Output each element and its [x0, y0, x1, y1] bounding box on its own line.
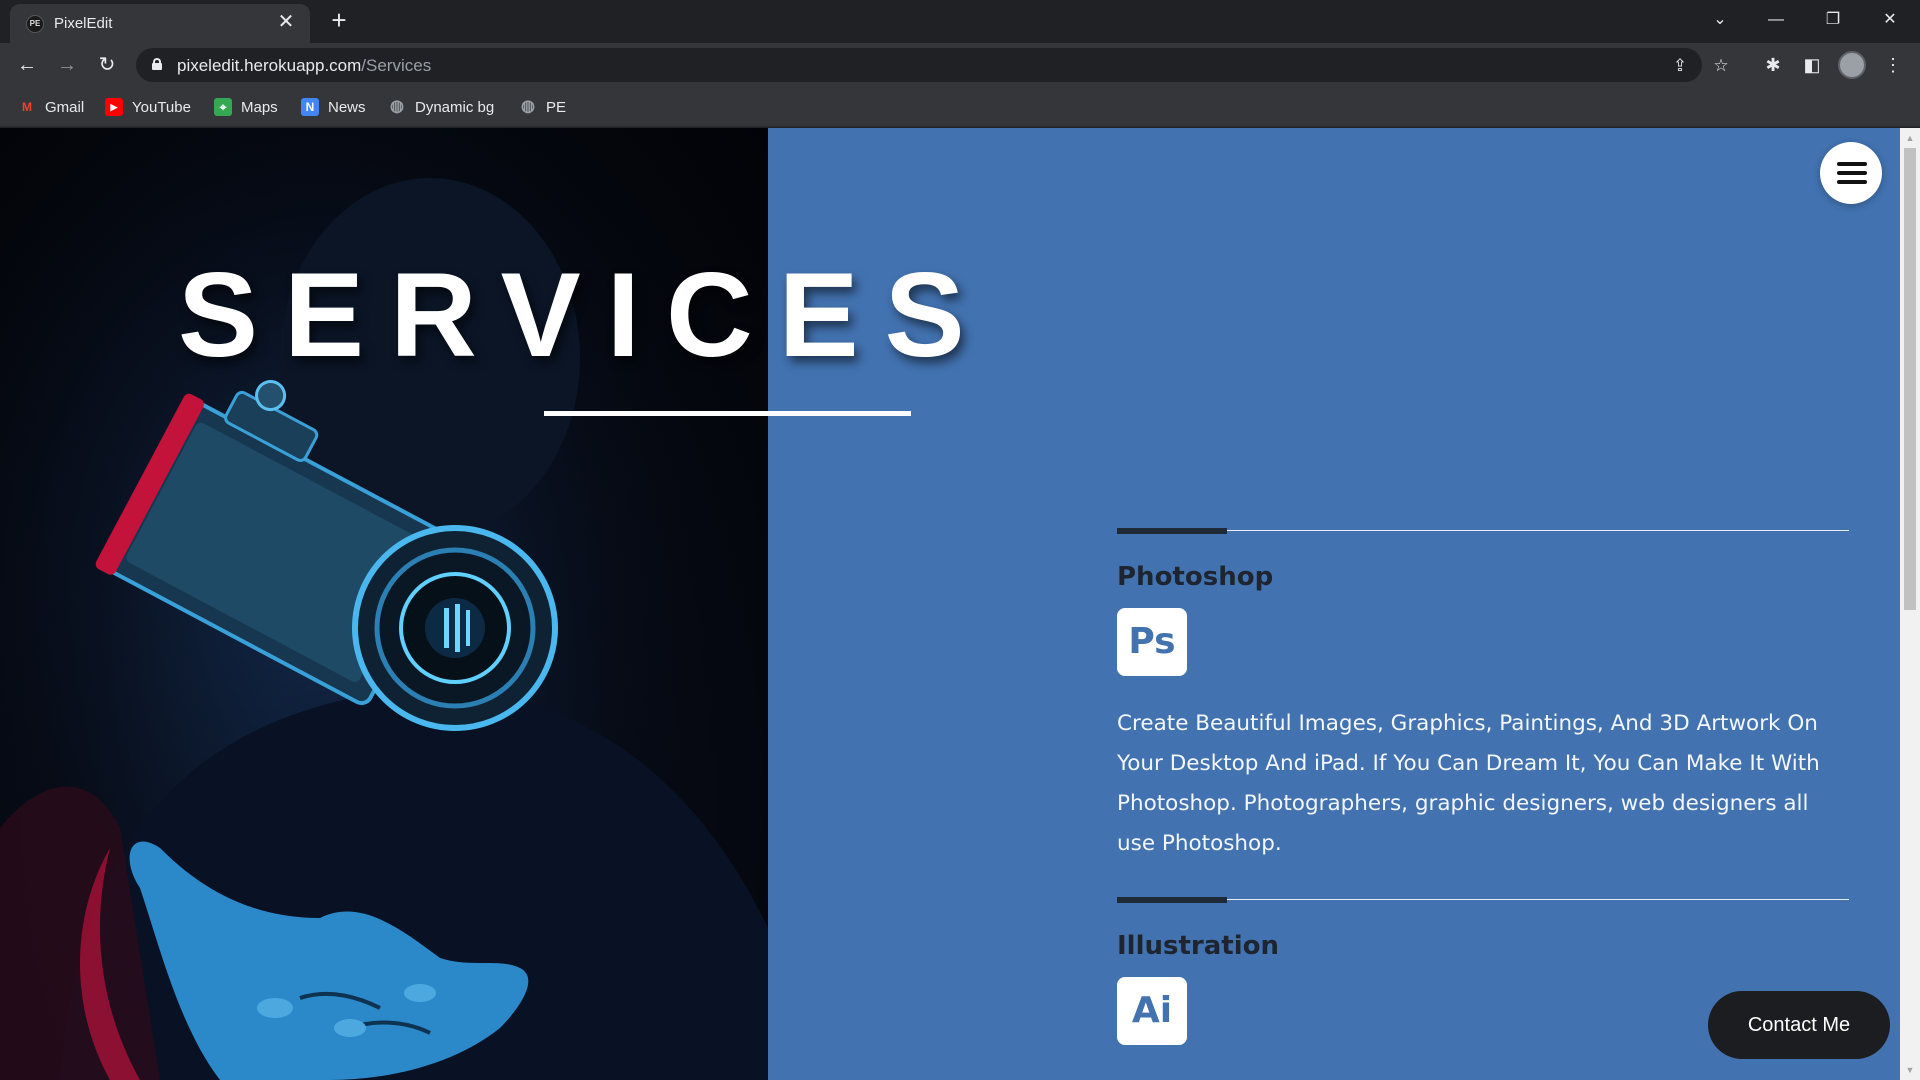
- illustrator-logo-icon: Ai: [1117, 977, 1187, 1045]
- service-description: Create Beautiful Images, Graphics, Paint…: [1117, 711, 1820, 856]
- scrollbar-thumb[interactable]: [1904, 148, 1916, 610]
- tab-search-icon[interactable]: ⌄: [1700, 6, 1740, 34]
- extensions-icon[interactable]: ✱: [1760, 52, 1786, 78]
- bookmark-label: Gmail: [45, 98, 85, 116]
- youtube-icon: ▶: [105, 98, 123, 116]
- url-host: pixeledit.herokuapp.com: [177, 56, 362, 75]
- hamburger-line-icon: [1837, 162, 1867, 166]
- tab-strip: PE PixelEdit ✕ + ⌄ — ❐ ✕: [0, 0, 1920, 43]
- bookmark-gmail[interactable]: M Gmail: [18, 97, 84, 117]
- hamburger-menu-button[interactable]: [1820, 142, 1882, 204]
- url-text[interactable]: pixeledit.herokuapp.com/Services: [177, 56, 431, 76]
- title-underline: [544, 411, 911, 416]
- bookmark-star-icon[interactable]: ☆: [1710, 55, 1732, 77]
- bookmark-label: YouTube: [132, 98, 191, 116]
- hamburger-line-icon: [1837, 180, 1867, 184]
- close-window-button[interactable]: ✕: [1870, 6, 1910, 34]
- news-icon: N: [301, 98, 319, 116]
- maps-icon: ⌖: [214, 98, 232, 116]
- bookmark-label: Maps: [241, 98, 278, 116]
- tab-title: PixelEdit: [54, 15, 113, 32]
- new-tab-button[interactable]: +: [325, 6, 353, 34]
- bookmarks-bar: M Gmail ▶ YouTube ⌖ Maps N News ◍ Dynami…: [0, 87, 1920, 127]
- browser-toolbar: ← → ↻ pixeledit.herokuapp.com/Services ⇪…: [0, 43, 1920, 87]
- forward-button[interactable]: →: [53, 51, 81, 79]
- side-panel-icon[interactable]: ◧: [1799, 52, 1825, 78]
- contact-me-button[interactable]: Contact Me: [1708, 991, 1890, 1059]
- lock-icon[interactable]: [152, 58, 162, 70]
- browser-tab[interactable]: PE PixelEdit ✕: [10, 4, 310, 43]
- service-photoshop: Photoshop Ps Create Beautiful Images, Gr…: [1117, 528, 1849, 864]
- back-button[interactable]: ←: [13, 51, 41, 79]
- scroll-up-arrow-icon[interactable]: ▲: [1905, 133, 1915, 143]
- reload-button[interactable]: ↻: [93, 51, 121, 79]
- gmail-icon: M: [22, 100, 32, 114]
- address-bar[interactable]: pixeledit.herokuapp.com/Services ⇪ ☆: [136, 48, 1729, 82]
- pixeledit-favicon-icon: PE: [26, 15, 44, 33]
- url-path: /Services: [361, 56, 432, 75]
- photoshop-logo-icon: Ps: [1117, 608, 1187, 676]
- profile-avatar[interactable]: [1838, 51, 1866, 79]
- browser-menu-icon[interactable]: ⋮: [1880, 52, 1906, 78]
- globe-icon: ◍: [521, 98, 535, 115]
- bookmark-news[interactable]: N News: [301, 97, 366, 117]
- bookmark-label: News: [328, 98, 366, 116]
- page-viewport: SERVICES Photoshop Ps Create Beautiful I…: [0, 128, 1920, 1080]
- page-title: SERVICES: [178, 248, 991, 382]
- page-scrollbar[interactable]: ▲ ▼: [1900, 128, 1920, 1080]
- bookmark-maps[interactable]: ⌖ Maps: [214, 97, 278, 117]
- restore-button[interactable]: ❐: [1813, 6, 1853, 34]
- scroll-down-arrow-icon[interactable]: ▼: [1905, 1065, 1915, 1075]
- share-icon[interactable]: ⇪: [1669, 55, 1691, 77]
- tab-close-icon[interactable]: ✕: [276, 12, 296, 32]
- minimize-button[interactable]: —: [1756, 6, 1796, 34]
- globe-icon: ◍: [390, 98, 404, 115]
- service-title: Photoshop: [1117, 562, 1274, 592]
- service-divider: [1117, 897, 1849, 903]
- bookmark-label: Dynamic bg: [415, 98, 495, 116]
- service-title: Illustration: [1117, 931, 1279, 961]
- bookmark-youtube[interactable]: ▶ YouTube: [105, 97, 191, 117]
- bookmark-dynamic-bg[interactable]: ◍ Dynamic bg: [388, 97, 494, 117]
- service-divider: [1117, 528, 1849, 534]
- bookmark-pe[interactable]: ◍ PE: [519, 97, 566, 117]
- hamburger-line-icon: [1837, 171, 1867, 175]
- bookmark-label: PE: [546, 98, 567, 116]
